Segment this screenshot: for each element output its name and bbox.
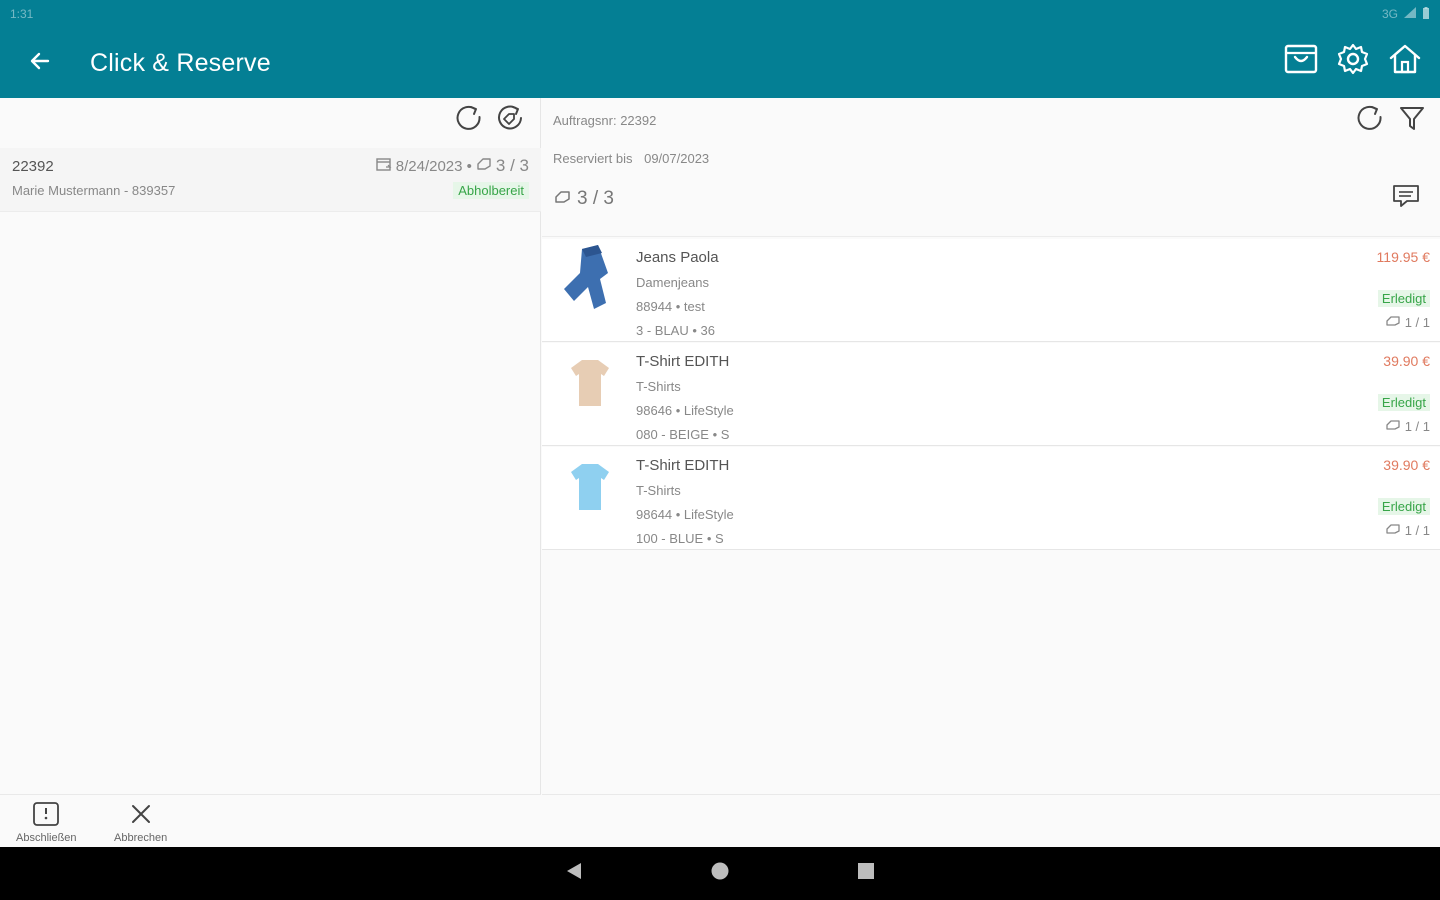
tag-icon xyxy=(554,188,571,210)
order-item-count: 3 / 3 xyxy=(495,156,529,175)
item-quantity: 1 / 1 xyxy=(1386,315,1430,330)
home-button[interactable] xyxy=(1382,38,1428,84)
product-image xyxy=(554,243,626,320)
complete-button[interactable]: Abschließen xyxy=(16,799,77,844)
reserved-until: Reserviert bis 09/07/2023 xyxy=(553,151,709,166)
tag-icon xyxy=(1386,523,1401,538)
status-indicators: 3G xyxy=(1381,6,1430,22)
tag-icon xyxy=(1386,315,1401,330)
order-detail-pane: Auftragsnr: 22392 Reserviert bis 09/07/2… xyxy=(542,98,1440,847)
item-category: Damenjeans xyxy=(636,275,709,290)
battery-icon xyxy=(1422,6,1430,22)
order-date: 8/24/2023 • xyxy=(395,157,472,175)
item-quantity-value: 1 / 1 xyxy=(1404,523,1430,538)
home-icon xyxy=(1388,43,1422,80)
item-quantity-value: 1 / 1 xyxy=(1404,419,1430,434)
status-badge: Abholbereit xyxy=(453,182,529,199)
item-price: 119.95 € xyxy=(1376,249,1430,265)
total-count: 3 / 3 xyxy=(554,188,614,210)
nav-home-button[interactable] xyxy=(702,856,738,892)
comment-icon xyxy=(1391,183,1421,214)
jeans-icon xyxy=(560,243,620,320)
item-article: 98646 • LifeStyle xyxy=(636,403,734,418)
item-name: Jeans Paola xyxy=(636,249,719,266)
network-type: 3G xyxy=(1381,7,1398,21)
settings-gear-icon xyxy=(1336,42,1370,81)
complete-order-icon xyxy=(32,801,60,830)
comment-button[interactable] xyxy=(1387,179,1425,217)
order-list-pane: 22392 Marie Mustermann - 839357 8/24/202… xyxy=(0,98,541,847)
item-variant: 100 - BLUE • S xyxy=(636,531,724,546)
refresh-icon xyxy=(455,104,483,137)
cancel-label: Abbrechen xyxy=(114,832,168,844)
item-category: T-Shirts xyxy=(636,483,681,498)
calendar-icon xyxy=(376,157,392,175)
nav-back-button[interactable] xyxy=(556,856,592,892)
item-category: T-Shirts xyxy=(636,379,681,394)
t-shirt-icon xyxy=(567,356,613,415)
sync-tags-button[interactable] xyxy=(491,101,529,139)
shopping-bag-button[interactable] xyxy=(1278,38,1324,84)
signal-icon xyxy=(1404,7,1416,21)
order-customer: Marie Mustermann - 839357 xyxy=(12,183,176,198)
product-image xyxy=(554,349,626,421)
order-list-item[interactable]: 22392 Marie Mustermann - 839357 8/24/202… xyxy=(0,148,541,212)
nav-recents-button[interactable] xyxy=(848,856,884,892)
order-item-row[interactable]: T-Shirt EDITH T-Shirts 98644 • LifeStyle… xyxy=(542,447,1440,550)
square-recents-icon xyxy=(857,862,875,885)
total-count-value: 3 / 3 xyxy=(577,188,614,209)
refresh-orders-button[interactable] xyxy=(450,101,488,139)
refresh-icon xyxy=(1356,104,1384,137)
item-quantity: 1 / 1 xyxy=(1386,523,1430,538)
product-image xyxy=(554,453,626,525)
status-time: 1:31 xyxy=(10,7,34,21)
triangle-back-icon xyxy=(565,861,583,886)
status-badge: Erledigt xyxy=(1377,498,1430,515)
order-number: 22392 xyxy=(12,158,54,175)
sync-tag-icon xyxy=(495,104,525,137)
detail-footer xyxy=(542,794,1440,847)
item-article: 88944 • test xyxy=(636,299,705,314)
reserved-date: 09/07/2023 xyxy=(644,151,710,166)
complete-label: Abschließen xyxy=(16,832,77,844)
settings-button[interactable] xyxy=(1330,38,1376,84)
item-price: 39.90 € xyxy=(1383,353,1430,369)
system-nav-bar xyxy=(0,847,1440,900)
close-icon xyxy=(128,801,154,830)
status-bar: 1:31 3G xyxy=(0,0,1440,28)
toolbar: Click & Reserve xyxy=(0,28,1440,98)
circle-home-icon xyxy=(710,861,730,886)
filter-button[interactable] xyxy=(1393,101,1431,139)
order-number-line: Auftragsnr: 22392 xyxy=(553,113,657,128)
item-article: 98644 • LifeStyle xyxy=(636,507,734,522)
order-item-row[interactable]: Jeans Paola Damenjeans 88944 • test 3 - … xyxy=(542,239,1440,342)
cancel-button[interactable]: Abbrechen xyxy=(114,799,167,844)
arrow-back-icon xyxy=(28,49,52,78)
item-price: 39.90 € xyxy=(1383,457,1430,473)
order-meta: 8/24/2023 • 3 / 3 xyxy=(376,156,529,176)
item-quantity: 1 / 1 xyxy=(1386,419,1430,434)
status-badge: Erledigt xyxy=(1377,394,1430,411)
status-badge: Erledigt xyxy=(1377,290,1430,307)
shopping-bag-icon xyxy=(1284,43,1318,80)
item-variant: 3 - BLAU • 36 xyxy=(636,323,715,338)
t-shirt-icon xyxy=(567,460,613,519)
app-bar: 1:31 3G Click & Reserve xyxy=(0,0,1440,98)
filter-icon xyxy=(1398,104,1426,137)
item-name: T-Shirt EDITH xyxy=(636,353,730,370)
toolbar-actions xyxy=(1278,38,1428,84)
tag-icon xyxy=(476,157,492,175)
item-quantity-value: 1 / 1 xyxy=(1404,315,1430,330)
item-name: T-Shirt EDITH xyxy=(636,457,730,474)
back-button[interactable] xyxy=(18,41,62,85)
order-item-row[interactable]: T-Shirt EDITH T-Shirts 98646 • LifeStyle… xyxy=(542,343,1440,446)
refresh-detail-button[interactable] xyxy=(1351,101,1389,139)
reserved-label: Reserviert bis xyxy=(553,151,633,166)
tag-icon xyxy=(1386,419,1401,434)
item-variant: 080 - BEIGE • S xyxy=(636,427,730,442)
page-title: Click & Reserve xyxy=(90,48,271,77)
order-actions-footer: Abschließen Abbrechen xyxy=(0,794,541,847)
divider xyxy=(542,236,1440,237)
